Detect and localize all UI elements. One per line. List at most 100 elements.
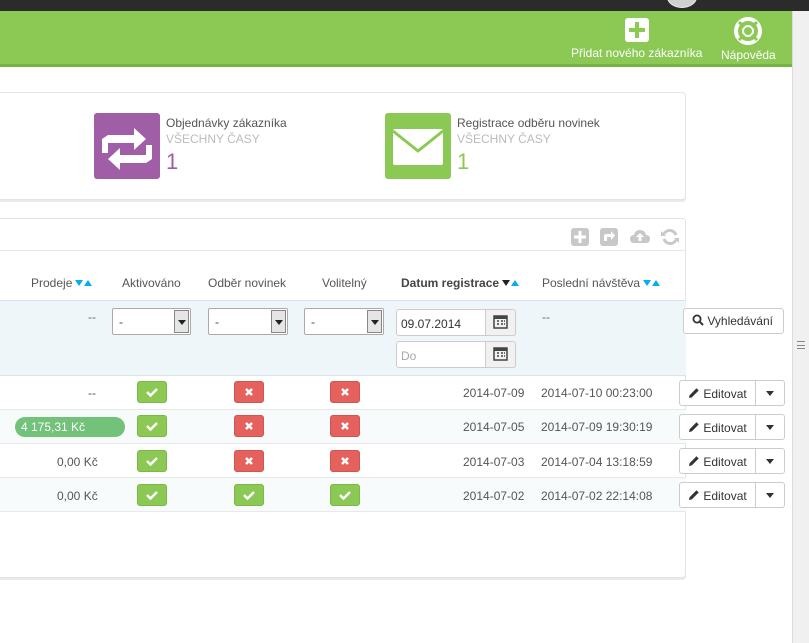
check-icon bbox=[146, 388, 158, 398]
column-header-registered[interactable]: Datum registrace bbox=[401, 276, 520, 290]
lifebuoy-icon bbox=[734, 17, 763, 45]
status-ok-activated[interactable] bbox=[137, 450, 167, 472]
date-from-calendar-button[interactable] bbox=[485, 309, 516, 336]
status-ok-activated[interactable] bbox=[137, 381, 167, 403]
chevron-down-icon[interactable] bbox=[367, 310, 382, 333]
row-actions-dropdown[interactable] bbox=[755, 482, 785, 508]
edit-button[interactable]: Editovat bbox=[679, 414, 756, 440]
kpi-newsletter-value: 1 bbox=[457, 149, 470, 174]
filter-last-visit: -- bbox=[542, 310, 550, 324]
edit-button[interactable]: Editovat bbox=[679, 482, 756, 508]
column-sales-label: Prodeje bbox=[31, 276, 73, 290]
date-to-calendar-button[interactable] bbox=[485, 341, 516, 368]
top-bar bbox=[0, 0, 809, 11]
date-from-input[interactable]: 09.07.2014 bbox=[396, 309, 486, 336]
edit-button[interactable]: Editovat bbox=[679, 448, 756, 474]
kpi-orders-icon-box bbox=[94, 113, 160, 179]
close-icon bbox=[341, 457, 349, 465]
row-actions-dropdown[interactable] bbox=[755, 414, 785, 440]
column-header-optional: Volitelný bbox=[322, 276, 367, 290]
row-actions-dropdown[interactable] bbox=[755, 380, 785, 406]
check-icon bbox=[146, 457, 158, 467]
status-ok-optional[interactable] bbox=[330, 484, 360, 506]
add-icon[interactable] bbox=[570, 227, 592, 247]
status-no-optional[interactable] bbox=[330, 415, 360, 437]
column-header-sales[interactable]: Prodeje bbox=[31, 276, 93, 290]
status-ok-activated[interactable] bbox=[137, 484, 167, 506]
pencil-icon bbox=[689, 422, 699, 432]
row-last-visit: 2014-07-09 19:30:19 bbox=[541, 420, 653, 434]
status-no-newsletter[interactable] bbox=[234, 381, 264, 403]
edit-label: Editovat bbox=[703, 387, 747, 401]
status-no-optional[interactable] bbox=[330, 381, 360, 403]
kpi-orders-title: Objednávky zákazníka bbox=[166, 116, 287, 130]
calendar-icon bbox=[493, 347, 508, 361]
chevron-down-icon[interactable] bbox=[271, 310, 286, 333]
row-last-visit: 2014-07-10 00:23:00 bbox=[541, 386, 653, 400]
sort-desc-icon[interactable] bbox=[75, 280, 84, 286]
sort-desc-icon[interactable] bbox=[643, 280, 652, 286]
sales-badge: 4 175,31 Kč bbox=[15, 417, 125, 437]
pencil-icon bbox=[689, 388, 699, 398]
row-last-visit: 2014-07-02 22:14:08 bbox=[541, 489, 653, 503]
kpi-orders-value: 1 bbox=[166, 149, 179, 174]
filter-activated-select[interactable]: - bbox=[112, 308, 191, 335]
refresh-icon[interactable] bbox=[660, 227, 682, 247]
kpi-orders-period: VŠECHNY ČASY bbox=[166, 132, 260, 146]
close-icon bbox=[341, 388, 349, 396]
status-no-optional[interactable] bbox=[330, 450, 360, 472]
kpi-panel: Objednávky zákazníka VŠECHNY ČASY 1 Regi… bbox=[0, 92, 686, 200]
check-icon bbox=[146, 422, 158, 432]
help-button[interactable]: Nápověda bbox=[721, 17, 776, 62]
filter-optional-select[interactable]: - bbox=[304, 308, 384, 335]
pencil-icon bbox=[689, 456, 699, 466]
cloud-upload-icon[interactable] bbox=[629, 227, 651, 247]
close-icon bbox=[245, 457, 253, 465]
status-ok-newsletter[interactable] bbox=[234, 484, 264, 506]
sort-asc-icon[interactable] bbox=[652, 280, 661, 286]
filter-newsletter-select[interactable]: - bbox=[208, 308, 288, 335]
row-registered: 2014-07-05 bbox=[463, 420, 525, 434]
close-icon bbox=[245, 422, 253, 430]
row-registered: 2014-07-02 bbox=[463, 489, 525, 503]
refresh-arrows-icon bbox=[102, 128, 152, 170]
chevron-down-icon[interactable] bbox=[174, 310, 189, 333]
filter-activated-value: - bbox=[119, 315, 123, 329]
column-header-last-visit[interactable]: Poslední návštěva bbox=[542, 276, 661, 290]
kpi-newsletter-period: VŠECHNY ČASY bbox=[457, 132, 551, 146]
filter-optional-value: - bbox=[311, 315, 315, 329]
row-actions-dropdown[interactable] bbox=[755, 448, 785, 474]
date-to-input[interactable]: Do bbox=[396, 341, 486, 368]
filter-sales: -- bbox=[88, 310, 96, 324]
check-icon bbox=[146, 491, 158, 501]
sort-asc-icon[interactable] bbox=[511, 280, 520, 286]
sort-asc-icon[interactable] bbox=[84, 280, 93, 286]
check-icon bbox=[339, 491, 351, 501]
status-no-newsletter[interactable] bbox=[234, 450, 264, 472]
edit-label: Editovat bbox=[703, 489, 747, 503]
scrollbar-grip-icon[interactable] bbox=[797, 341, 805, 349]
page-header-toolbar: Přidat nového zákazníka Nápověda bbox=[0, 11, 792, 67]
kpi-newsletter-icon-box bbox=[385, 113, 451, 179]
vertical-scrollbar[interactable] bbox=[792, 11, 809, 643]
status-no-newsletter[interactable] bbox=[234, 415, 264, 437]
sort-desc-icon[interactable] bbox=[502, 280, 511, 286]
plus-icon bbox=[624, 18, 649, 42]
search-icon bbox=[692, 314, 704, 326]
edit-label: Editovat bbox=[703, 421, 747, 435]
close-icon bbox=[341, 422, 349, 430]
check-icon bbox=[243, 491, 255, 501]
avatar[interactable] bbox=[667, 0, 697, 8]
envelope-icon bbox=[392, 129, 444, 165]
export-icon[interactable] bbox=[599, 227, 621, 247]
search-label: Vyhledávání bbox=[707, 314, 773, 328]
status-ok-activated[interactable] bbox=[137, 415, 167, 437]
row-sales: -- bbox=[88, 386, 96, 400]
edit-button[interactable]: Editovat bbox=[679, 380, 756, 406]
filter-newsletter-value: - bbox=[215, 315, 219, 329]
add-customer-button[interactable]: Přidat nového zákazníka bbox=[571, 17, 702, 60]
column-registered-label: Datum registrace bbox=[401, 276, 500, 290]
add-customer-label: Přidat nového zákazníka bbox=[571, 46, 703, 60]
column-header-newsletter: Odběr novinek bbox=[208, 276, 287, 290]
search-button[interactable]: Vyhledávání bbox=[683, 308, 784, 334]
